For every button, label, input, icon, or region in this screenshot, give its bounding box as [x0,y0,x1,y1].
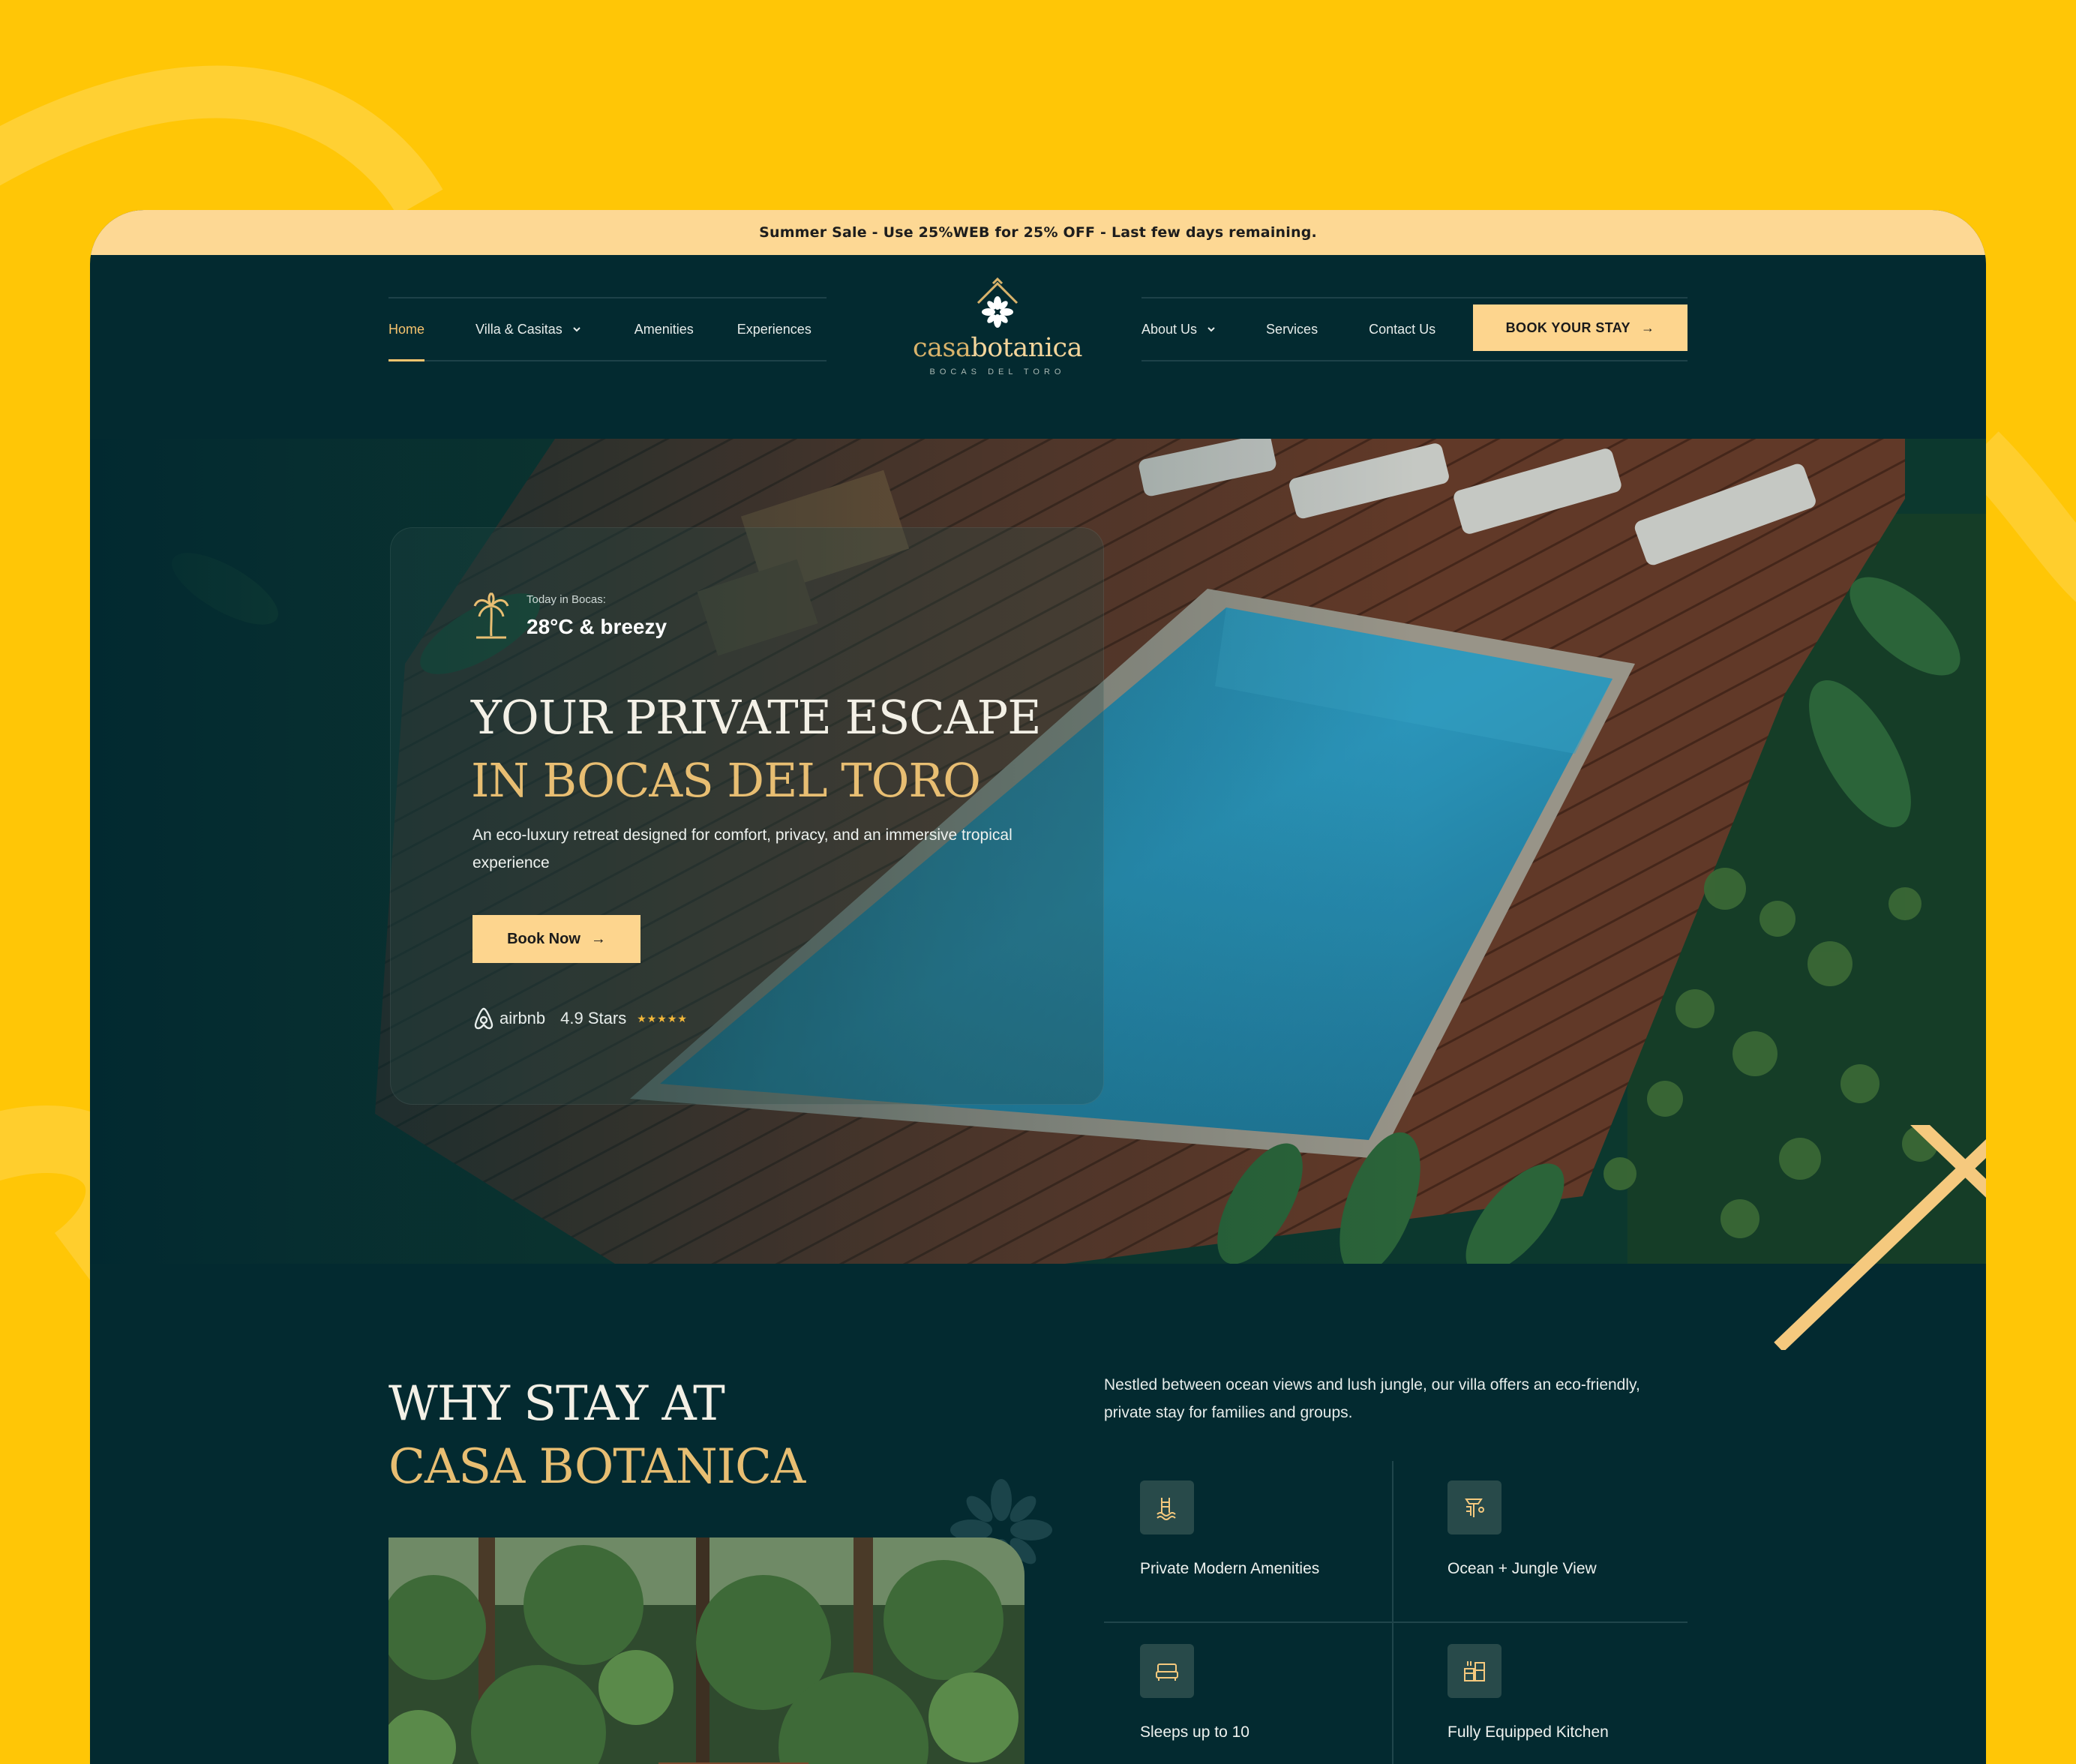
hero-section: Today in Bocas: 28°C & breezy YOUR PRIVA… [90,439,1986,1264]
nav-left-group: Home Villa & Casitas Amenities Experienc… [388,297,826,362]
nav-item-villa-casitas[interactable]: Villa & Casitas [476,298,582,360]
palm-tree-icon [473,592,509,639]
feature-label: Sleeps up to 10 [1140,1724,1250,1741]
weather-label: Today in Bocas: [526,592,606,606]
feature-label: Fully Equipped Kitchen [1448,1724,1609,1741]
hero-description: An eco-luxury retreat designed for comfo… [472,826,1012,872]
feature-label: Ocean + Jungle View [1448,1560,1597,1577]
book-your-stay-button[interactable]: BOOK YOUR STAY → [1473,304,1688,351]
rating-stars: ★★★★★ [637,1012,688,1024]
nav-item-home[interactable]: Home [388,298,425,362]
why-stay-description: Nestled between ocean views and lush jun… [1104,1376,1640,1421]
jungle-photo [388,1538,1024,1764]
promo-banner[interactable]: Summer Sale - Use 25%WEB for 25% OFF - L… [90,210,1986,255]
airbnb-icon [474,1007,494,1030]
nav-item-amenities[interactable]: Amenities [634,298,694,360]
feature-label: Private Modern Amenities [1140,1560,1320,1577]
nav-label: Home [388,321,425,337]
arrow-right-icon: → [1640,320,1655,335]
nav-item-experiences[interactable]: Experiences [737,298,812,360]
weather-value: 28°C & breezy [526,614,668,638]
rating-brand: airbnb [500,1009,546,1028]
website-frame: Summer Sale - Use 25%WEB for 25% OFF - L… [90,210,1986,1764]
decorative-cross [1774,1125,1986,1350]
hero-title: YOUR PRIVATE ESCAPE IN BOCAS DEL TORO [471,686,1041,812]
nav-item-about-us[interactable]: About Us [1142,298,1216,360]
logo-subtitle: BOCAS DEL TORO [929,368,1066,376]
nav-label: Contact Us [1369,321,1436,337]
book-now-label: Book Now [507,930,580,947]
nav-label: Villa & Casitas [476,321,562,337]
chevron-down-icon [1208,327,1215,332]
chevron-down-icon [573,327,580,332]
bed-icon [1140,1644,1194,1698]
nav-label: About Us [1142,321,1198,337]
why-title-line2: CASA BOTANICA [388,1439,806,1495]
site-logo[interactable]: casabotanica BOCAS DEL TORO [892,278,1102,376]
feature-private-amenities: Private Modern Amenities [1140,1480,1410,1578]
rating-text: 4.9 Stars [560,1009,627,1028]
arrow-right-icon: → [590,930,606,947]
feature-sleeps-up-to-10: Sleeps up to 10 [1140,1644,1410,1742]
hero-title-line1: YOUR PRIVATE ESCAPE [471,690,1041,745]
main-nav: Home Villa & Casitas Amenities Experienc… [90,255,1986,435]
promo-text: Summer Sale - Use 25%WEB for 25% OFF - L… [759,224,1317,241]
logo-word-casa: casa [913,333,971,363]
house-flower-icon [976,278,1018,328]
nav-label: Experiences [736,321,812,337]
airbnb-rating[interactable]: airbnb 4.9 Stars ★★★★★ [472,1006,688,1030]
logo-wordmark: casabotanica [892,333,1102,363]
why-title-line1: WHY STAY AT [388,1376,725,1432]
why-stay-title: WHY STAY AT CASA BOTANICA [388,1372,806,1498]
pool-icon [1140,1480,1194,1534]
features-grid: Private Modern Amenities Ocean + Jungle … [1104,1461,1688,1764]
grid-divider-horizontal [1104,1622,1688,1623]
nav-label: Amenities [634,321,694,337]
nav-item-contact-us[interactable]: Contact Us [1369,298,1436,360]
weather-widget: Today in Bocas: 28°C & breezy [472,592,667,639]
book-now-button[interactable]: Book Now → [472,915,640,963]
nav-item-services[interactable]: Services [1266,298,1318,360]
feature-equipped-kitchen: Fully Equipped Kitchen [1448,1644,1718,1742]
feature-ocean-jungle-view: Ocean + Jungle View [1448,1480,1718,1578]
kitchen-icon [1448,1644,1502,1698]
book-your-stay-label: BOOK YOUR STAY [1505,320,1630,335]
beach-view-icon [1448,1480,1502,1534]
nav-label: Services [1266,321,1318,337]
logo-word-botanica: botanica [970,333,1082,363]
hero-title-line2: IN BOCAS DEL TORO [471,753,981,808]
